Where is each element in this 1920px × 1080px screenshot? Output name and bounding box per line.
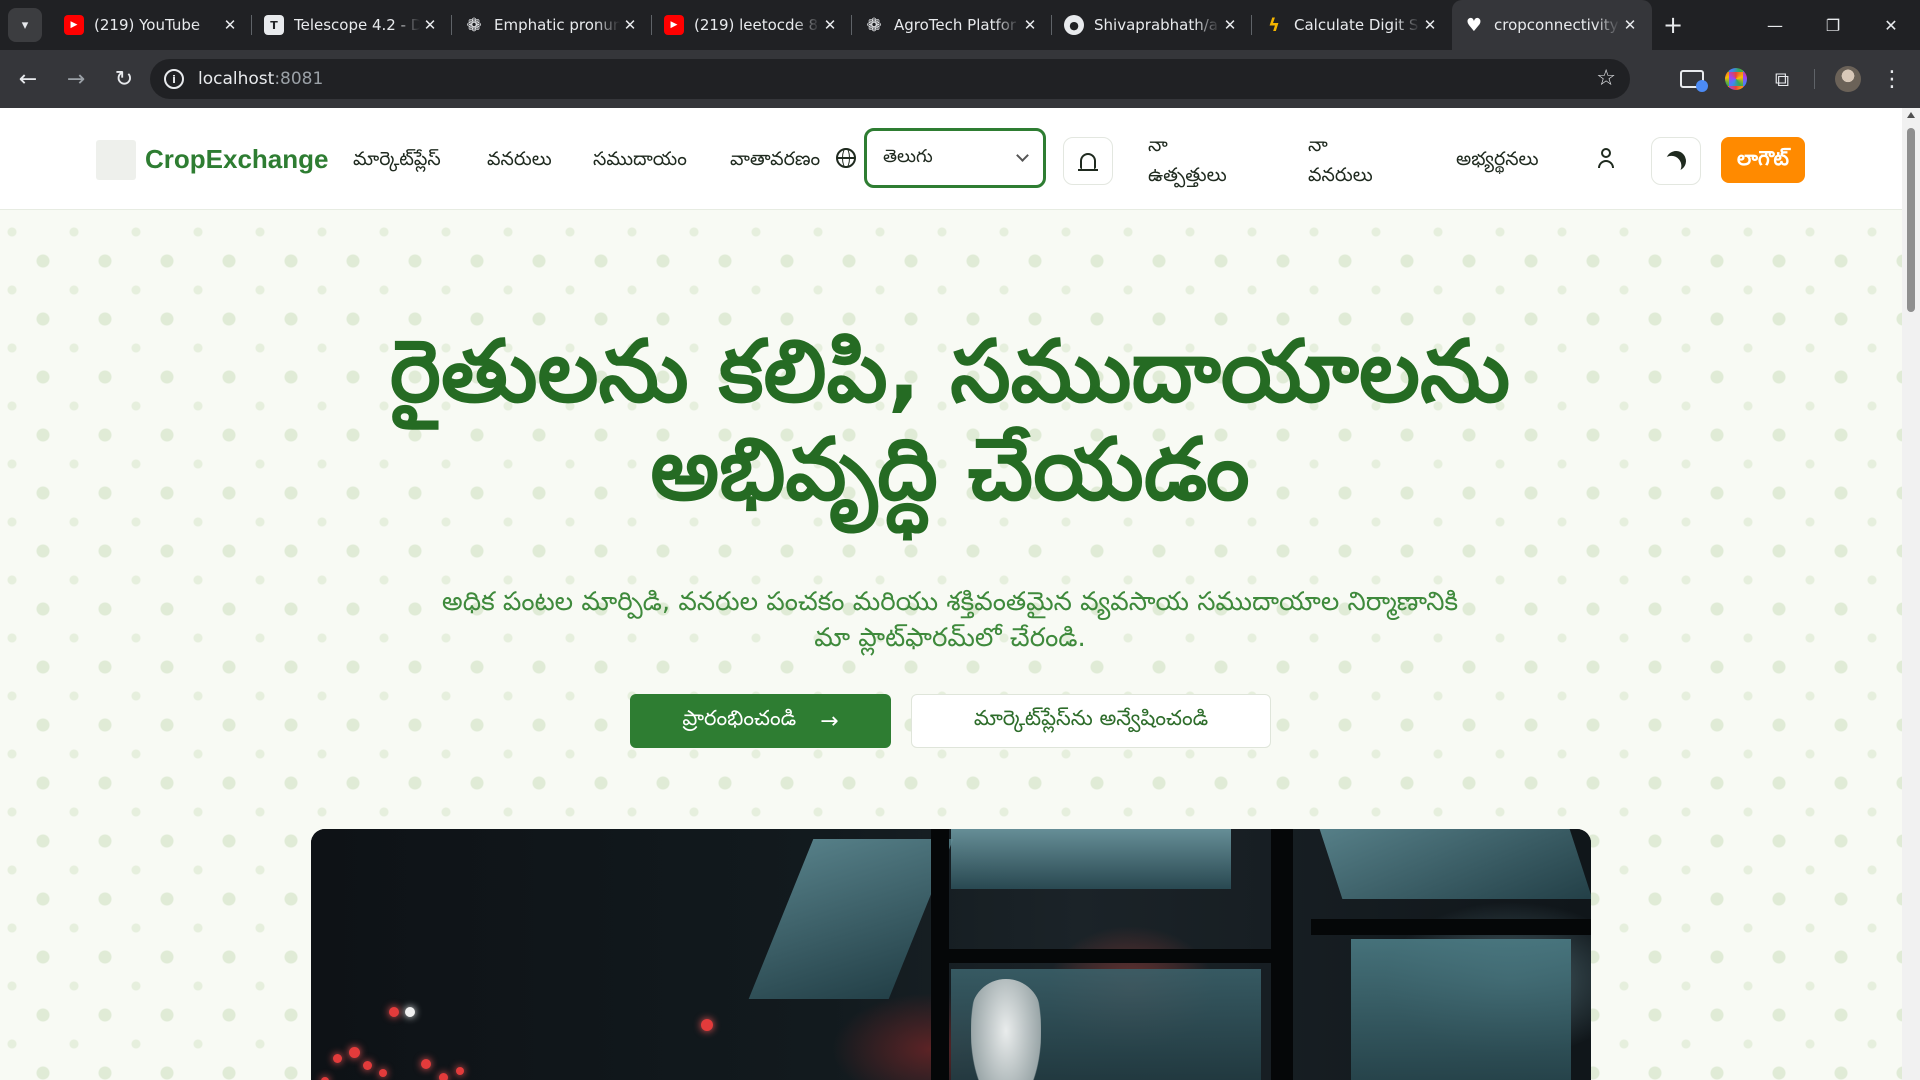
new-tab-button[interactable]: + <box>1656 8 1690 42</box>
bell-icon <box>1078 153 1098 171</box>
hero-title: రైతులను కలిపి, సముదాయాలను అభివృద్ధి చేయడ… <box>389 322 1511 520</box>
chatgpt-icon: ❁ <box>466 14 482 36</box>
heart-icon: ♥ <box>1465 14 1483 36</box>
theme-toggle-button[interactable] <box>1651 137 1701 185</box>
toolbar-separator <box>1814 69 1815 89</box>
browser-tab[interactable]: ❁ Emphatic pronun ✕ <box>452 0 652 50</box>
tab-title: Calculate Digit S <box>1294 16 1419 34</box>
nav-resources[interactable]: వనరులు <box>487 148 552 175</box>
user-icon[interactable] <box>1596 148 1616 170</box>
calculator-icon: ϟ <box>1268 14 1280 36</box>
browser-menu-icon[interactable]: ⋮ <box>1872 59 1912 99</box>
address-bar[interactable]: i localhost:8081 ☆ <box>150 59 1630 99</box>
close-tab-icon[interactable]: ✕ <box>1420 16 1440 34</box>
browser-tab-strip: ▾ ▶ (219) YouTube ✕ T Telescope 4.2 - D … <box>0 0 1920 50</box>
page-viewport: CropExchange మార్కెట్‌ప్లేస్ వనరులు సముద… <box>0 108 1902 1080</box>
scroll-up-arrow-icon[interactable] <box>1907 112 1915 118</box>
hero-subtitle: అధిక పంటల మార్పిడి, వనరుల పంచకం మరియు శక… <box>441 587 1459 653</box>
close-tab-icon[interactable]: ✕ <box>820 16 840 34</box>
get-started-label: ప్రారంభించండి <box>682 706 797 730</box>
scrollbar-thumb[interactable] <box>1907 128 1915 312</box>
language-select[interactable]: తెలుగు <box>864 128 1046 188</box>
browser-tab-active[interactable]: ♥ cropconnectivity ✕ <box>1452 0 1652 50</box>
browser-toolbar: ← → ↻ i localhost:8081 ☆ ⧉ ⋮ <box>0 50 1920 108</box>
close-tab-icon[interactable]: ✕ <box>1220 16 1240 34</box>
explore-marketplace-label: మార్కెట్‌ప్లేస్‌ను అన్వేషించండి <box>973 706 1209 730</box>
arrow-right-icon: → <box>820 708 839 734</box>
address-url: localhost:8081 <box>198 69 323 89</box>
site-info-icon[interactable]: i <box>164 69 184 89</box>
tab-title: Shivaprabhath/a <box>1094 16 1218 34</box>
tab-title: (219) YouTube <box>94 16 201 34</box>
nav-requests[interactable]: అభ్యర్థనలు <box>1456 148 1539 175</box>
tab-title: Telescope 4.2 - D <box>294 16 420 34</box>
nav-marketplace[interactable]: మార్కెట్‌ప్లేస్ <box>353 148 441 175</box>
language-selected-value: తెలుగు <box>883 145 933 167</box>
youtube-icon: ▶ <box>64 15 84 35</box>
moon-icon <box>1663 148 1689 174</box>
nav-my-products-line1: నా <box>1148 134 1168 156</box>
nav-weather[interactable]: వాతావరణం <box>730 148 820 175</box>
address-port: :8081 <box>274 69 324 89</box>
back-button[interactable]: ← <box>8 59 48 99</box>
tab-search-button[interactable]: ▾ <box>8 8 42 42</box>
tab-title: cropconnectivity <box>1494 16 1619 34</box>
explore-marketplace-button[interactable]: మార్కెట్‌ప్లేస్‌ను అన్వేషించండి <box>911 694 1271 748</box>
nav-my-resources[interactable]: నా వనరులు <box>1308 130 1373 190</box>
close-tab-icon[interactable]: ✕ <box>620 16 640 34</box>
tab-title: (219) leetocde 8( <box>694 16 820 34</box>
browser-tab[interactable]: ▶ (219) YouTube ✕ <box>52 0 252 50</box>
cast-extension-icon[interactable] <box>1672 59 1712 99</box>
notifications-button[interactable] <box>1063 137 1113 185</box>
get-started-button[interactable]: ప్రారంభించండి → <box>630 694 891 748</box>
nav-community[interactable]: సముదాయం <box>593 148 687 175</box>
nav-my-resources-line1: నా <box>1308 134 1328 156</box>
restore-icon[interactable]: ❐ <box>1804 0 1862 50</box>
tab-title: AgroTech Platfor <box>894 16 1017 34</box>
brand-name[interactable]: CropExchange <box>145 144 329 175</box>
window-controls: — ❐ ✕ <box>1746 0 1920 50</box>
address-host: localhost <box>198 69 275 89</box>
page-scrollbar[interactable] <box>1902 108 1920 1080</box>
forward-button[interactable]: → <box>56 59 96 99</box>
nav-my-products-line2: ఉత్పత్తులు <box>1148 164 1227 186</box>
browser-tab[interactable]: T Telescope 4.2 - D ✕ <box>252 0 452 50</box>
close-tab-icon[interactable]: ✕ <box>1020 16 1040 34</box>
extensions-puzzle-icon[interactable]: ⧉ <box>1762 59 1802 99</box>
browser-tab[interactable]: ▶ (219) leetocde 8( ✕ <box>652 0 852 50</box>
github-icon: ● <box>1064 15 1084 35</box>
tab-title: Emphatic pronun <box>494 16 620 34</box>
close-tab-icon[interactable]: ✕ <box>1620 16 1640 34</box>
logout-button[interactable]: లాగౌట్ <box>1721 137 1805 183</box>
telescope-icon: T <box>264 15 284 35</box>
reload-button[interactable]: ↻ <box>104 59 144 99</box>
browser-tab[interactable]: ❁ AgroTech Platfor ✕ <box>852 0 1052 50</box>
nav-my-products[interactable]: నా ఉత్పత్తులు <box>1148 130 1227 190</box>
nav-my-resources-line2: వనరులు <box>1308 164 1373 186</box>
color-extension-icon[interactable] <box>1716 59 1756 99</box>
site-header: CropExchange మార్కెట్‌ప్లేస్ వనరులు సముద… <box>0 108 1902 210</box>
browser-tab[interactable]: ϟ Calculate Digit S ✕ <box>1252 0 1452 50</box>
logo-image[interactable] <box>96 140 136 180</box>
youtube-icon: ▶ <box>664 15 684 35</box>
close-tab-icon[interactable]: ✕ <box>220 16 240 34</box>
browser-tab[interactable]: ● Shivaprabhath/a ✕ <box>1052 0 1252 50</box>
chatgpt-icon: ❁ <box>866 14 882 36</box>
chevron-down-icon <box>1016 149 1029 162</box>
profile-avatar[interactable] <box>1828 59 1868 99</box>
minimize-icon[interactable]: — <box>1746 0 1804 50</box>
hero-image <box>311 829 1591 1080</box>
close-window-icon[interactable]: ✕ <box>1862 0 1920 50</box>
close-tab-icon[interactable]: ✕ <box>420 16 440 34</box>
bookmark-star-icon[interactable]: ☆ <box>1596 66 1616 91</box>
globe-icon <box>836 148 856 168</box>
